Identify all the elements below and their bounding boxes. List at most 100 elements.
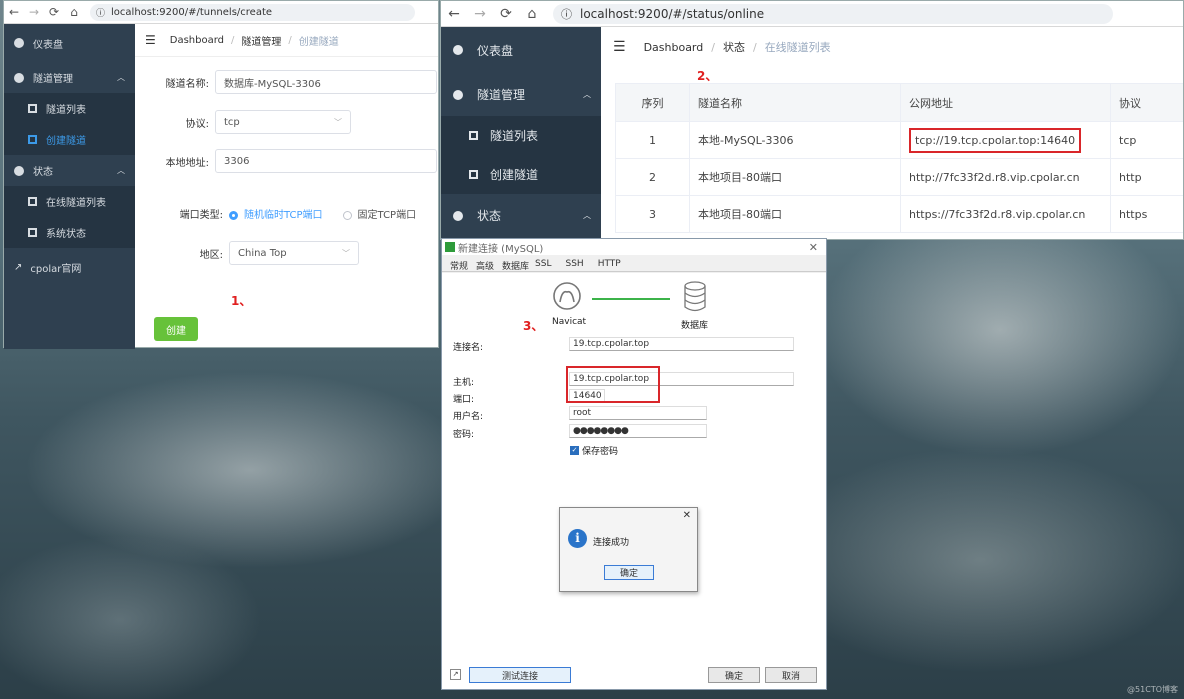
tab-ssl[interactable]: SSL bbox=[535, 259, 551, 271]
forward-icon[interactable]: → bbox=[24, 5, 44, 19]
ok-button[interactable]: 确定 bbox=[708, 667, 760, 683]
breadcrumb: ☰ Dashboard / 状态 / 在线隧道列表 bbox=[601, 27, 1183, 67]
password-label: 密码: bbox=[453, 430, 475, 440]
table-icon bbox=[469, 170, 478, 179]
form-row-protocol: 协议: tcp ﹀ bbox=[135, 110, 351, 134]
tunnel-name-label: 隧道名称: bbox=[165, 78, 209, 90]
cancel-button[interactable]: 取消 bbox=[765, 667, 817, 683]
sidebar-item-online-tunnels[interactable]: 在线隧道列表 bbox=[4, 186, 135, 217]
radio-label: 固定TCP端口 bbox=[357, 210, 417, 221]
back-icon[interactable]: ← bbox=[441, 6, 467, 22]
sidebar-item-system-status[interactable]: 系统状态 bbox=[4, 217, 135, 248]
left-browser-window: ← → ⟳ ⌂ ⓘ localhost:9200/#/tunnels/creat… bbox=[3, 0, 439, 349]
sidebar-item-cpolar-site[interactable]: ↗ cpolar官网 bbox=[4, 248, 135, 286]
sidebar-item-status[interactable]: 状态 ︿ bbox=[4, 155, 135, 186]
local-address-input[interactable]: 3306 bbox=[215, 149, 437, 173]
back-icon[interactable]: ← bbox=[4, 5, 24, 19]
column-header: 序列 bbox=[615, 83, 690, 122]
breadcrumb-separator: / bbox=[231, 34, 235, 46]
protocol-select[interactable]: tcp ﹀ bbox=[215, 110, 351, 134]
sidebar-item-dashboard[interactable]: 仪表盘 bbox=[441, 27, 601, 73]
table-cell: 2 bbox=[615, 158, 690, 196]
table-cell: 1 bbox=[615, 121, 690, 159]
step-annotation-2: 2、 bbox=[697, 69, 718, 83]
sidebar-item-tunnel-management[interactable]: 隧道管理 ︿ bbox=[4, 62, 135, 93]
chevron-up-icon: ︿ bbox=[583, 90, 591, 99]
close-icon[interactable]: ✕ bbox=[809, 241, 818, 254]
table-header-row: 序列 隧道名称 公网地址 协议 bbox=[615, 83, 1183, 122]
tab-http[interactable]: HTTP bbox=[598, 259, 621, 271]
table-row: 1 本地-MySQL-3306 tcp://19.tcp.cpolar.top:… bbox=[615, 121, 1183, 159]
sidebar-item-create-tunnel[interactable]: 创建隧道 bbox=[441, 155, 601, 194]
sidebar-item-label: 系统状态 bbox=[46, 229, 86, 240]
column-header: 协议 bbox=[1110, 83, 1183, 122]
sidebar-item-label: 仪表盘 bbox=[477, 43, 514, 58]
dialog-body: Navicat 数据库 3、 连接名: 19.tcp.cpolar.top 主机… bbox=[442, 273, 826, 689]
chevron-down-icon: ﹀ bbox=[334, 117, 342, 127]
radio-random-port[interactable]: 随机临时TCP端口 bbox=[229, 206, 323, 221]
host-label: 主机: bbox=[453, 378, 475, 388]
table-row: 3 本地项目-80端口 https://7fc33f2d.r8.vip.cpol… bbox=[615, 195, 1183, 233]
username-label: 用户名: bbox=[453, 412, 484, 422]
breadcrumb-item[interactable]: 状态 bbox=[723, 39, 745, 55]
sidebar-item-label: 仪表盘 bbox=[33, 39, 63, 51]
sidebar-item-status[interactable]: 状态 ︿ bbox=[441, 194, 601, 237]
table-cell: tcp://19.tcp.cpolar.top:14640 bbox=[900, 121, 1111, 159]
sidebar-item-tunnel-list[interactable]: 隧道列表 bbox=[441, 116, 601, 155]
connection-name-input[interactable]: 19.tcp.cpolar.top bbox=[569, 337, 794, 351]
table-cell: https bbox=[1110, 195, 1183, 233]
close-icon[interactable]: ✕ bbox=[683, 510, 691, 521]
port-label: 端口: bbox=[453, 395, 475, 405]
menu-toggle-icon[interactable]: ☰ bbox=[613, 39, 626, 55]
menu-toggle-icon[interactable]: ☰ bbox=[145, 33, 156, 47]
address-bar[interactable]: ⓘ localhost:9200/#/tunnels/create bbox=[90, 3, 415, 21]
sidebar-submenu: 隧道列表 创建隧道 bbox=[4, 93, 135, 155]
chevron-down-icon: ﹀ bbox=[342, 248, 350, 258]
sidebar-item-create-tunnel[interactable]: 创建隧道 bbox=[4, 124, 135, 155]
reload-icon[interactable]: ⟳ bbox=[493, 6, 519, 22]
test-connection-icon[interactable]: ↗ bbox=[450, 669, 461, 680]
region-select[interactable]: China Top ﹀ bbox=[229, 241, 359, 265]
breadcrumb-item[interactable]: Dashboard bbox=[644, 41, 704, 54]
address-bar[interactable]: ⓘ localhost:9200/#/status/online bbox=[553, 3, 1113, 24]
sidebar-item-tunnel-list[interactable]: 隧道列表 bbox=[4, 93, 135, 124]
username-input[interactable]: root bbox=[569, 406, 707, 420]
tab-database[interactable]: 数据库 bbox=[502, 259, 529, 272]
tunnel-name-input[interactable]: 数据库-MySQL-3306 bbox=[215, 70, 437, 94]
password-input[interactable]: ●●●●●●●● bbox=[569, 424, 707, 438]
radio-fixed-port[interactable]: 固定TCP端口 bbox=[342, 206, 417, 221]
breadcrumb-item: 在线隧道列表 bbox=[764, 41, 831, 54]
table-icon bbox=[28, 228, 37, 237]
home-icon[interactable]: ⌂ bbox=[64, 5, 84, 19]
create-button[interactable]: 创建 bbox=[154, 317, 198, 341]
breadcrumb-item[interactable]: 隧道管理 bbox=[241, 33, 281, 48]
breadcrumb-item[interactable]: Dashboard bbox=[170, 35, 224, 46]
sidebar-item-label: 隧道管理 bbox=[477, 88, 526, 102]
tab-general[interactable]: 常规 bbox=[450, 259, 468, 272]
breadcrumb-separator: / bbox=[752, 40, 757, 54]
save-password-checkbox[interactable]: ✓ 保存密码 bbox=[570, 444, 618, 457]
form-row-port-type: 端口类型: 随机临时TCP端口 固定TCP端口 bbox=[149, 206, 416, 221]
sidebar-submenu: 隧道列表 创建隧道 bbox=[441, 116, 601, 194]
url-text: localhost:9200/#/tunnels/create bbox=[111, 6, 273, 18]
region-label: 地区: bbox=[199, 249, 223, 261]
local-address-label: 本地地址: bbox=[165, 157, 209, 169]
test-connection-button[interactable]: 测试连接 bbox=[469, 667, 571, 683]
tab-ssh[interactable]: SSH bbox=[566, 259, 584, 271]
form-row-region: 地区: China Top ﹀ bbox=[149, 241, 359, 265]
dialog-title: 新建连接 (MySQL) bbox=[458, 243, 544, 255]
tab-advanced[interactable]: 高级 bbox=[476, 259, 494, 272]
external-link-icon: ↗ bbox=[14, 261, 23, 273]
plus-circle-icon bbox=[14, 72, 24, 83]
radio-label: 随机临时TCP端口 bbox=[244, 210, 323, 221]
reload-icon[interactable]: ⟳ bbox=[44, 5, 64, 19]
url-text: localhost:9200/#/status/online bbox=[580, 6, 765, 21]
message-ok-button[interactable]: 确定 bbox=[604, 565, 654, 580]
sidebar-item-dashboard[interactable]: 仪表盘 bbox=[4, 24, 135, 62]
home-icon[interactable]: ⌂ bbox=[519, 6, 545, 22]
forward-icon[interactable]: → bbox=[467, 6, 493, 22]
sidebar-item-tunnel-management[interactable]: 隧道管理 ︿ bbox=[441, 73, 601, 116]
database-icon bbox=[684, 281, 706, 312]
chevron-up-icon: ︿ bbox=[583, 211, 591, 220]
column-header: 隧道名称 bbox=[689, 83, 901, 122]
